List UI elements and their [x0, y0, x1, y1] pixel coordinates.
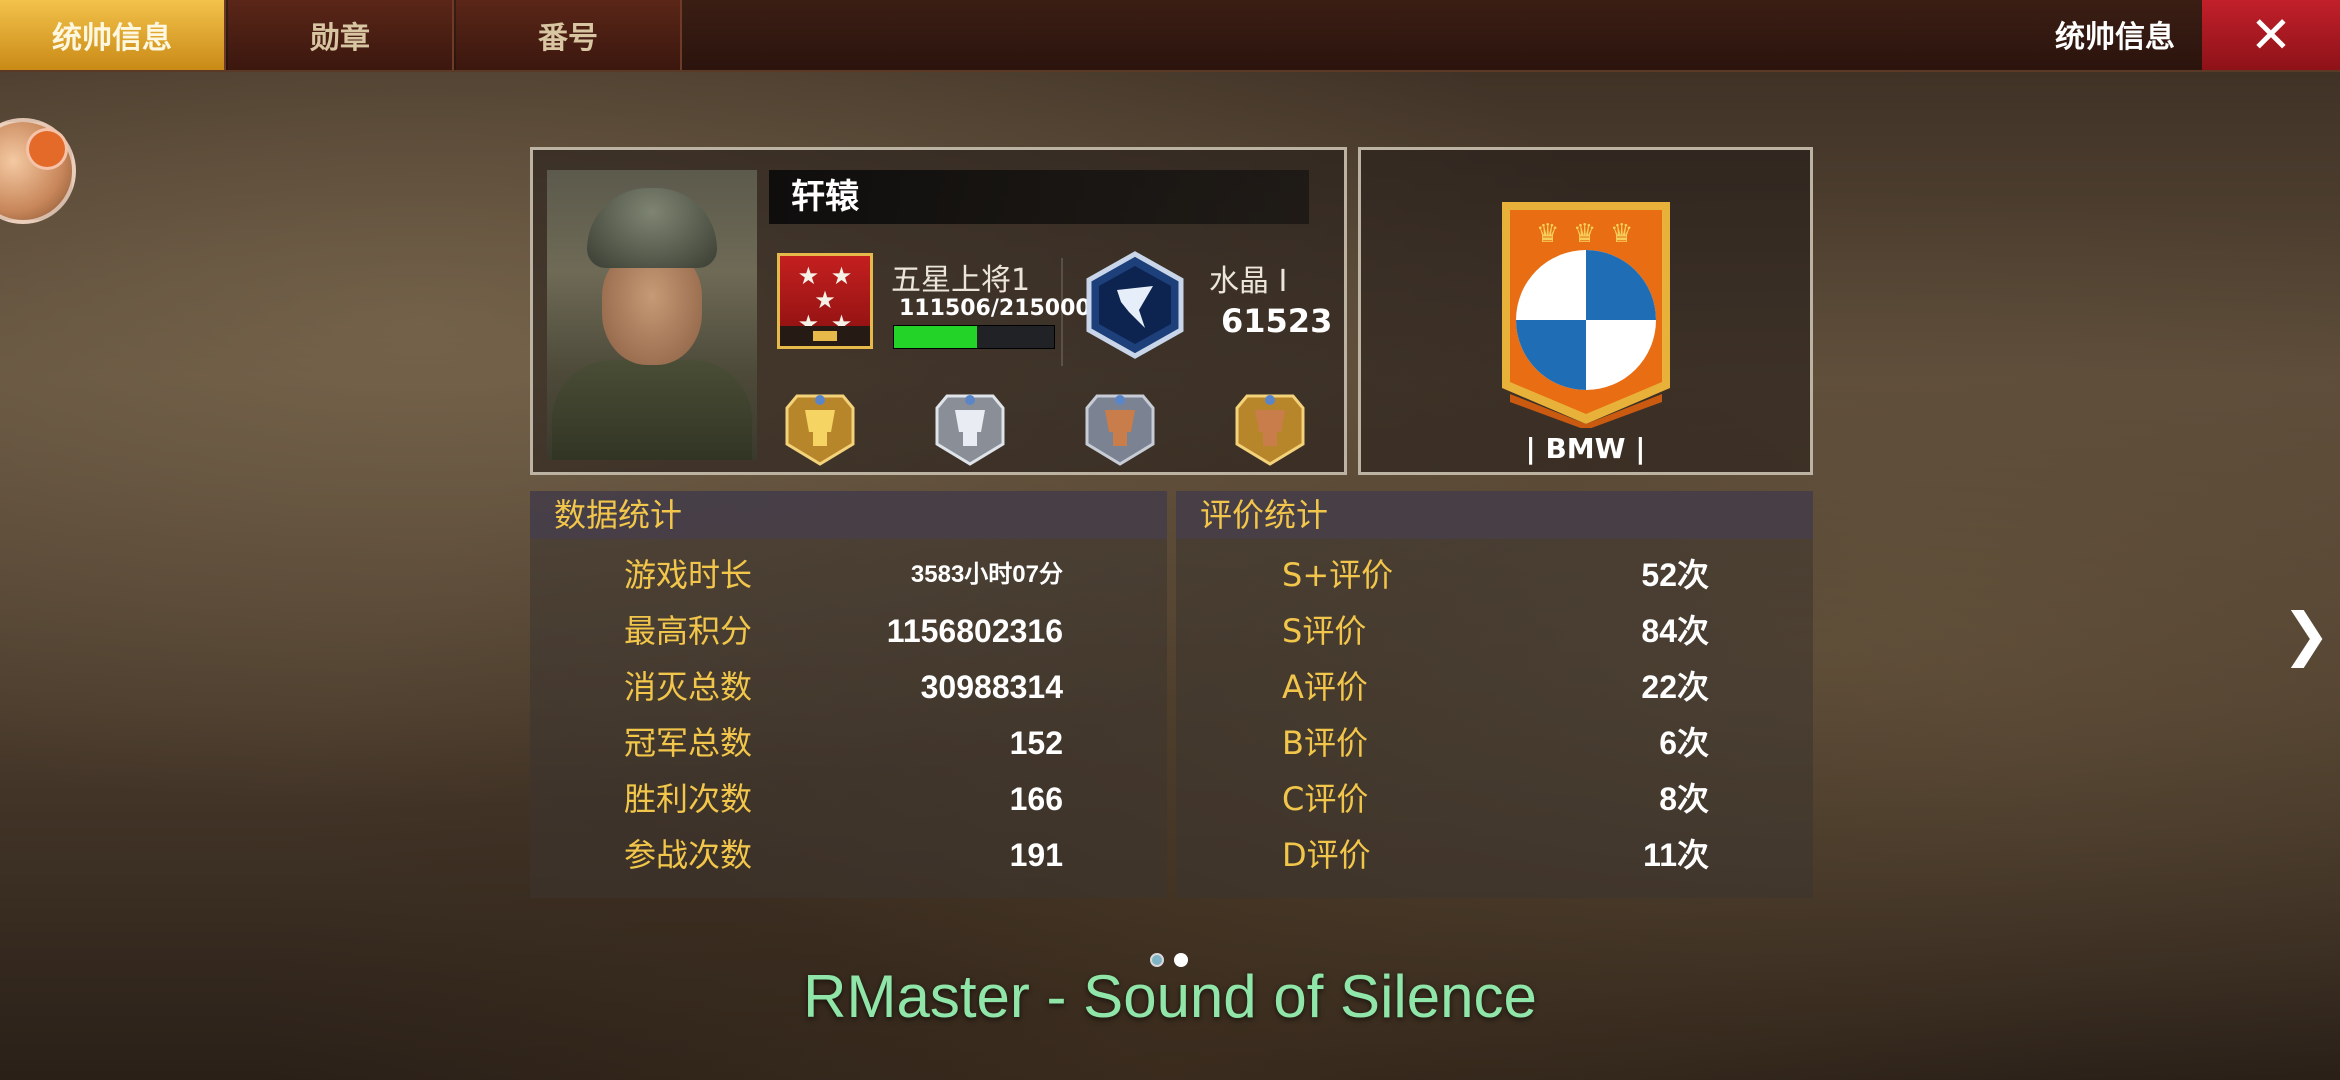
clan-panel: ♛ ♛ ♛ | BMW |	[1358, 147, 1813, 475]
stat-value: 191	[1009, 837, 1063, 873]
tab-commander-info[interactable]: 统帅信息	[0, 0, 226, 70]
rating-label: D评价	[1282, 836, 1371, 874]
crystal-tier-icon[interactable]	[1083, 250, 1187, 360]
stat-row: 消灭总数 30988314	[530, 659, 1167, 715]
stat-row: 冠军总数 152	[530, 715, 1167, 771]
overlay-caption: RMaster - Sound of Silence	[803, 963, 1537, 1030]
rank-insignia-icon[interactable]: ★ ★ ★ ★ ★	[777, 253, 873, 349]
page-title: 统帅信息	[2055, 20, 2175, 55]
stat-row: 参战次数 191	[530, 827, 1167, 883]
clan-emblem-icon[interactable]: ♛ ♛ ♛	[1496, 198, 1676, 428]
bronze-trophy-medal-icon[interactable]	[1079, 390, 1161, 468]
tab-unit-number[interactable]: 番号	[456, 0, 682, 70]
rating-value: 22次	[1641, 669, 1709, 705]
gold-bronze-trophy-medal-icon[interactable]	[1229, 390, 1311, 468]
next-page-arrow-icon[interactable]: ❯	[2282, 600, 2331, 668]
rating-row: S+评价 52次	[1176, 547, 1813, 603]
top-bar: 统帅信息 勋章 番号 统帅信息 ✕	[0, 0, 2340, 72]
rating-label: S评价	[1282, 612, 1367, 650]
tab-medals[interactable]: 勋章	[228, 0, 454, 70]
stat-value: 166	[1009, 781, 1063, 817]
stat-label: 最高积分	[624, 612, 753, 650]
stat-label: 胜利次数	[624, 780, 753, 818]
svg-text:♛: ♛	[1536, 219, 1559, 249]
stat-label: 参战次数	[624, 836, 753, 874]
rating-value: 52次	[1641, 557, 1709, 593]
rating-stats-title: 评价统计	[1176, 491, 1813, 539]
notification-dot	[26, 128, 68, 170]
rating-row: D评价 11次	[1176, 827, 1813, 883]
rating-value: 8次	[1659, 781, 1709, 817]
rank-progress-bar	[893, 325, 1055, 349]
stat-value: 1156802316	[886, 613, 1063, 649]
data-stats-section: 数据统计 游戏时长 3583小时07分 最高积分 1156802316 消灭总数…	[530, 491, 1167, 898]
rating-value: 11次	[1643, 837, 1709, 873]
rating-row: S评价 84次	[1176, 603, 1813, 659]
profile-panel: 轩辕 ★ ★ ★ ★ ★ 五星上将1 111506/215000 水晶 Ⅰ 6152…	[530, 147, 1347, 475]
rating-label: C评价	[1282, 780, 1369, 818]
stat-label: 游戏时长	[624, 556, 753, 594]
commander-avatar[interactable]	[547, 170, 757, 460]
rating-label: S+评价	[1282, 556, 1394, 594]
rating-row: A评价 22次	[1176, 659, 1813, 715]
clan-name: | BMW |	[1525, 432, 1646, 465]
stat-label: 冠军总数	[624, 724, 753, 762]
close-button[interactable]: ✕	[2202, 0, 2340, 70]
divider	[1061, 258, 1063, 366]
rating-row: C评价 8次	[1176, 771, 1813, 827]
stat-value: 152	[1009, 725, 1063, 761]
stat-row: 最高积分 1156802316	[530, 603, 1167, 659]
rating-label: A评价	[1282, 668, 1368, 706]
player-name: 轩辕	[769, 170, 1309, 224]
rating-value: 84次	[1641, 613, 1709, 649]
gold-trophy-medal-icon[interactable]	[779, 390, 861, 468]
silver-trophy-medal-icon[interactable]	[929, 390, 1011, 468]
svg-text:♛: ♛	[1610, 219, 1633, 249]
tier-score: 61523	[1221, 302, 1333, 340]
svg-text:♛: ♛	[1573, 219, 1596, 249]
rank-name: 五星上将1	[891, 263, 1031, 298]
rating-label: B评价	[1282, 724, 1368, 762]
stat-row: 游戏时长 3583小时07分	[530, 547, 1167, 603]
rating-row: B评价 6次	[1176, 715, 1813, 771]
rank-progress-fill	[894, 326, 978, 348]
data-stats-title: 数据统计	[530, 491, 1167, 539]
stat-value: 30988314	[920, 669, 1063, 705]
close-icon: ✕	[2250, 6, 2292, 64]
tier-label: 水晶 Ⅰ	[1209, 264, 1288, 299]
rating-stats-section: 评价统计 S+评价 52次 S评价 84次 A评价 22次 B评价 6次 C评价…	[1176, 491, 1813, 898]
rating-value: 6次	[1659, 725, 1709, 761]
stat-row: 胜利次数 166	[530, 771, 1167, 827]
stat-label: 消灭总数	[624, 668, 753, 706]
stat-value: 3583小时07分	[910, 561, 1063, 588]
